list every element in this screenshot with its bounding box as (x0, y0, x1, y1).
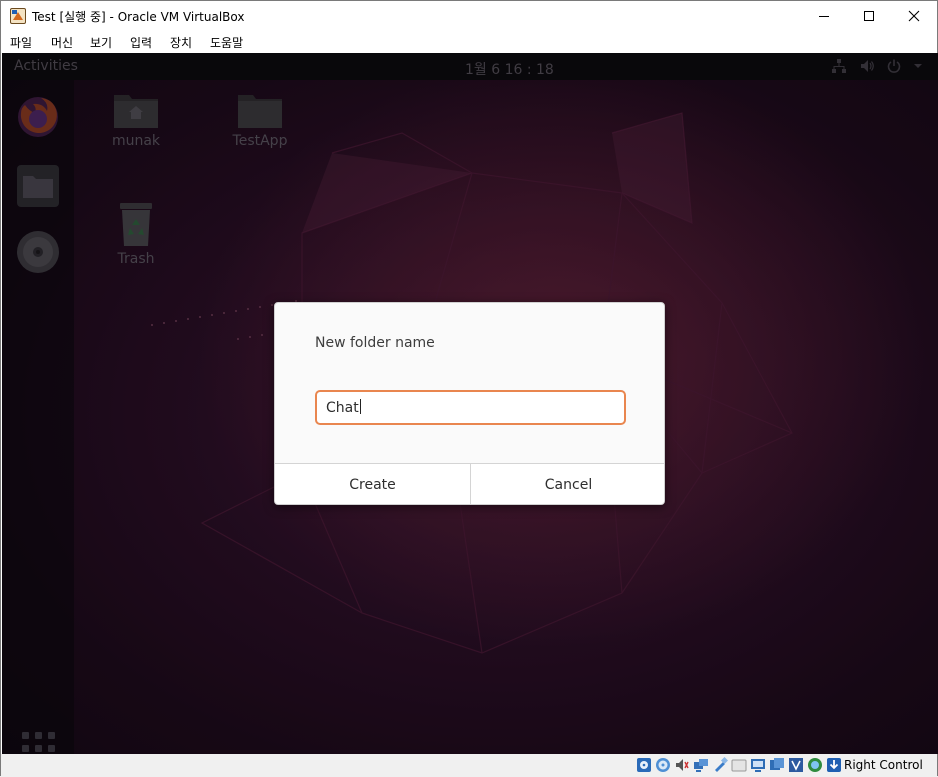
vm-status-bar: Right Control (1, 754, 937, 776)
cpu-icon[interactable] (788, 757, 804, 773)
guest-screen[interactable]: Activities 1월 6 16 : 18 munak TestApp Tr… (2, 53, 938, 754)
cancel-button[interactable]: Cancel (471, 464, 664, 504)
menu-devices[interactable]: 장치 (170, 34, 192, 51)
dialog-button-bar: Create Cancel (275, 463, 664, 504)
minimize-icon (819, 16, 829, 17)
folder-name-value: Chat (326, 400, 359, 416)
menu-help[interactable]: 도움말 (210, 34, 243, 51)
video-capture-icon[interactable] (769, 757, 785, 773)
hard-disk-icon[interactable] (636, 757, 652, 773)
title-bar: Test [실행 중] - Oracle VM VirtualBox (1, 1, 937, 31)
usb-icon[interactable] (712, 756, 729, 773)
virtualbox-app-icon (10, 8, 26, 24)
shared-folders-icon[interactable] (731, 757, 747, 773)
dialog-title: New folder name (315, 335, 435, 351)
close-button[interactable] (891, 1, 937, 31)
folder-name-input[interactable]: Chat (315, 390, 626, 425)
optical-drive-icon[interactable] (655, 757, 671, 773)
keyboard-capture-icon[interactable] (826, 757, 842, 773)
guest-additions-icon[interactable] (807, 757, 823, 773)
menu-file[interactable]: 파일 (10, 34, 32, 51)
maximize-icon (864, 11, 874, 21)
audio-icon[interactable] (674, 757, 690, 773)
display-icon[interactable] (750, 757, 766, 773)
host-key-label: Right Control (844, 758, 923, 772)
window-title: Test [실행 중] - Oracle VM VirtualBox (32, 10, 245, 24)
maximize-button[interactable] (846, 1, 892, 31)
network-adapter-icon[interactable] (693, 757, 709, 773)
menu-machine[interactable]: 머신 (51, 34, 73, 51)
new-folder-dialog: New folder name Chat Create Cancel (274, 302, 665, 505)
virtualbox-window: Test [실행 중] - Oracle VM VirtualBox 파일 머신… (0, 0, 938, 776)
menu-view[interactable]: 보기 (90, 34, 112, 51)
create-button[interactable]: Create (275, 464, 470, 504)
close-icon (908, 10, 920, 22)
minimize-button[interactable] (801, 1, 847, 31)
text-caret (359, 399, 361, 414)
menu-bar: 파일 머신 보기 입력 장치 도움말 (1, 31, 937, 52)
menu-input[interactable]: 입력 (130, 34, 152, 51)
